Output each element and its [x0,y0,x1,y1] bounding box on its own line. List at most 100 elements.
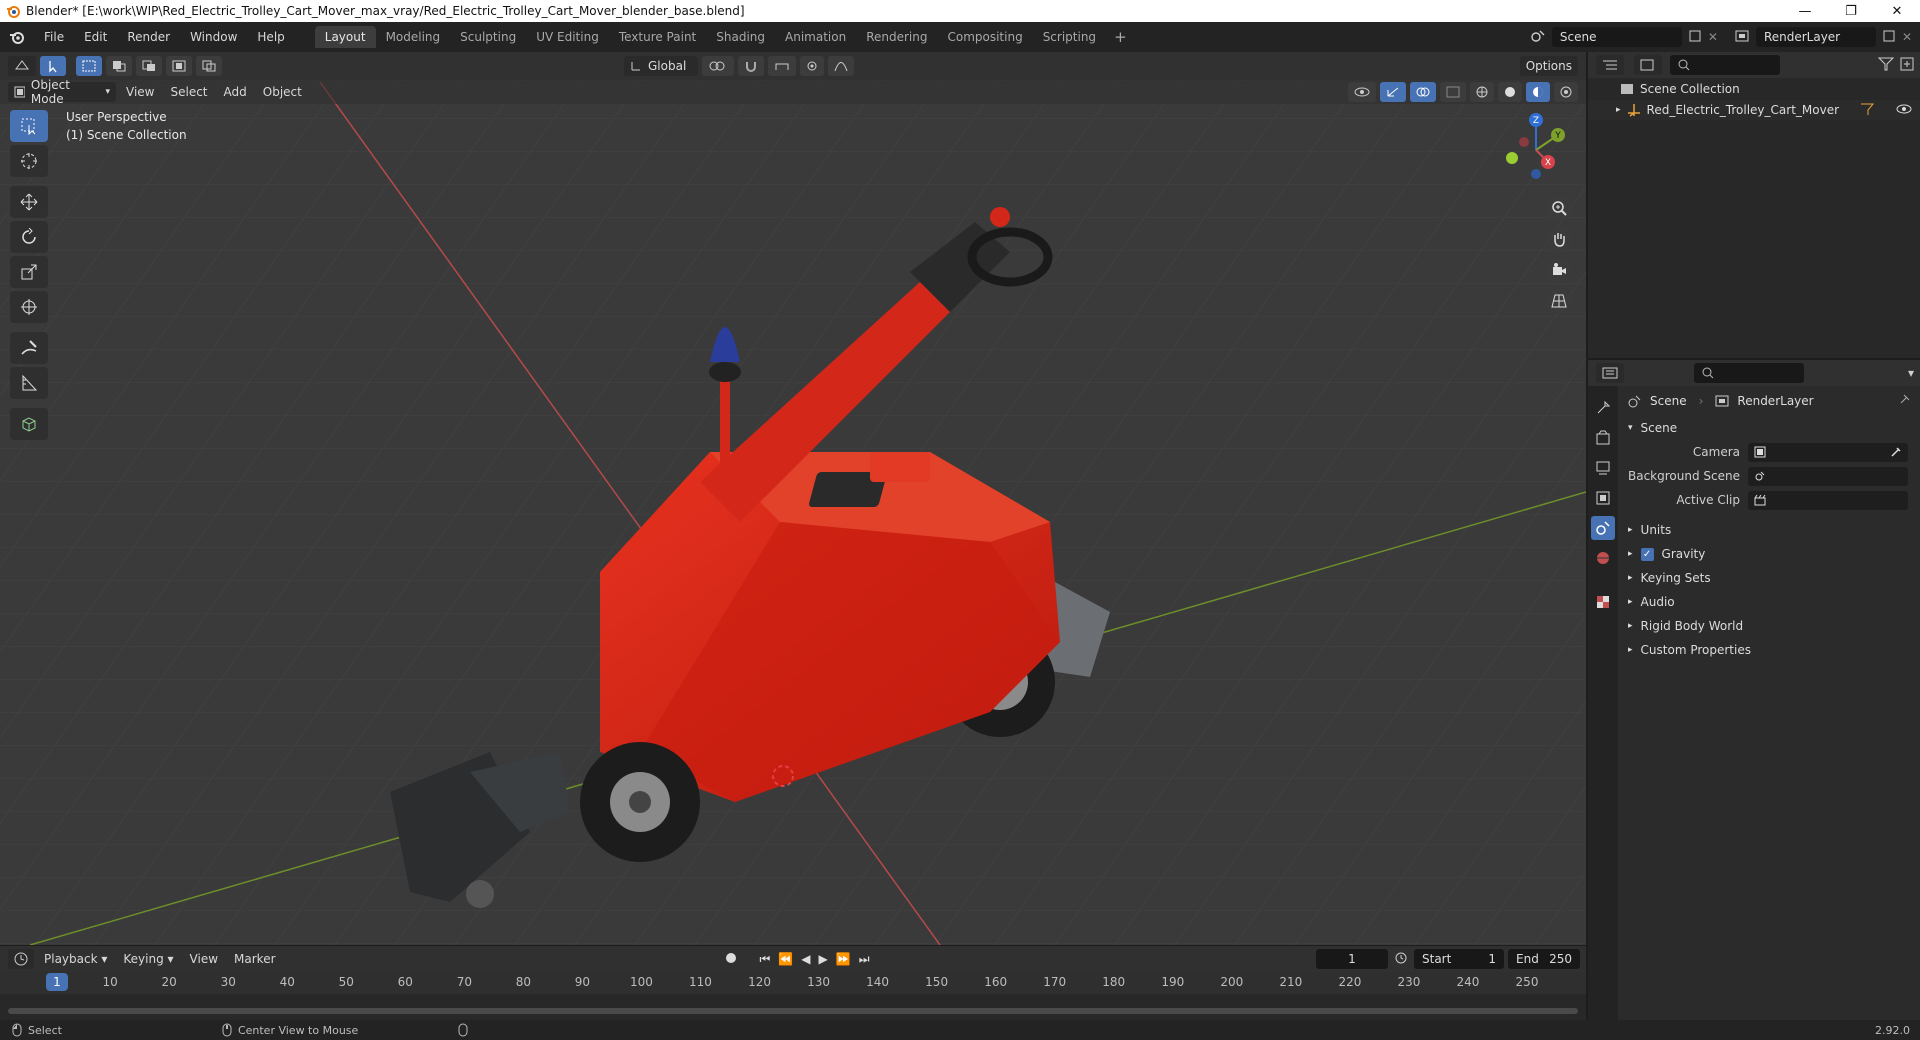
delete-scene-icon[interactable]: ✕ [1708,30,1718,44]
timeline-current-frame-marker[interactable]: 1 [46,973,68,991]
tab-uv-editing[interactable]: UV Editing [526,26,609,48]
rigid-body-world-panel-header[interactable]: ▸ Rigid Body World [1618,614,1920,638]
play-icon[interactable]: ▶ [819,952,828,967]
view-layer-selector[interactable]: RenderLayer [1755,27,1876,47]
timeline-ruler[interactable]: 1 10 20 30 40 50 60 70 80 90 100 110 120 130 140 150 160… [0,972,1586,994]
preview-range-icon[interactable] [1394,951,1408,968]
camera-field[interactable] [1748,442,1908,462]
measure-tool-icon[interactable] [10,367,48,399]
outliner-editor-type-icon[interactable] [1596,55,1624,75]
view-layer-icon[interactable] [1734,29,1750,46]
tool-properties-icon[interactable] [1591,396,1615,420]
zoom-icon[interactable] [1546,196,1572,220]
options-dropdown[interactable]: Options [1519,56,1578,76]
output-properties-icon[interactable] [1591,456,1615,480]
menu-window[interactable]: Window [180,30,247,44]
active-clip-field[interactable] [1748,490,1908,510]
add-workspace-button[interactable]: + [1106,26,1135,48]
pin-icon[interactable] [1898,394,1910,409]
menu-edit[interactable]: Edit [74,30,117,44]
menu-file[interactable]: File [34,30,74,44]
new-layer-icon[interactable] [1882,29,1896,46]
xray-toggle-icon[interactable] [1440,82,1466,102]
select-box-tool-icon[interactable] [10,110,48,142]
snap-target-icon[interactable] [768,56,796,76]
gizmo-toggle-icon[interactable] [1380,82,1406,102]
start-frame-field[interactable]: Start 1 [1414,949,1504,969]
gravity-checkbox[interactable]: ✓ [1640,547,1654,561]
visibility-eye-icon[interactable] [1896,103,1912,118]
pan-hand-icon[interactable] [1546,227,1572,251]
transform-orientation-dropdown[interactable]: Global [624,56,698,76]
rotate-tool-icon[interactable] [10,221,48,253]
proportional-edit-icon[interactable] [800,56,824,76]
rendered-shading-icon[interactable] [1554,82,1578,102]
perspective-toggle-icon[interactable] [1546,289,1572,313]
maximize-button[interactable]: ❐ [1828,4,1874,19]
timeline-editor-type-icon[interactable] [8,949,34,969]
select-intersect-icon[interactable] [196,56,222,76]
overlay-toggle-icon[interactable] [1410,82,1436,102]
timeline-scrollbar[interactable] [8,1008,1578,1014]
menu-render[interactable]: Render [117,30,180,44]
render-properties-icon[interactable] [1591,426,1615,450]
background-scene-field[interactable] [1748,466,1908,486]
display-mode-icon[interactable] [1634,55,1662,75]
menu-timeline-view[interactable]: View [182,952,226,966]
select-invert-icon[interactable] [166,56,192,76]
tab-animation[interactable]: Animation [775,26,856,48]
jump-start-icon[interactable]: ⏮ [760,952,771,967]
end-frame-field[interactable]: End 250 [1508,949,1580,969]
menu-marker[interactable]: Marker [226,952,283,966]
annotate-tool-icon[interactable] [10,332,48,364]
scene-icon[interactable] [1530,29,1546,46]
menu-object[interactable]: Object [255,85,310,99]
custom-properties-panel-header[interactable]: ▸ Custom Properties [1618,638,1920,662]
tab-compositing[interactable]: Compositing [937,26,1032,48]
auto-keying-icon[interactable] [724,951,738,968]
tab-rendering[interactable]: Rendering [856,26,937,48]
audio-panel-header[interactable]: ▸ Audio [1618,590,1920,614]
outliner-search-input[interactable] [1670,55,1780,75]
view-layer-properties-icon[interactable] [1591,486,1615,510]
scene-panel-header[interactable]: ▾ Scene [1618,416,1920,440]
menu-keying[interactable]: Keying ▾ [115,952,181,966]
world-properties-icon[interactable] [1591,546,1615,570]
select-subtract-icon[interactable] [136,56,162,76]
tab-layout[interactable]: Layout [314,26,376,48]
units-panel-header[interactable]: ▸ Units [1618,518,1920,542]
menu-help[interactable]: Help [247,30,294,44]
tab-texture-paint[interactable]: Texture Paint [609,26,706,48]
chevron-down-icon[interactable]: ▾ [1908,366,1914,380]
falloff-curve-icon[interactable] [828,56,854,76]
pivot-point-icon[interactable] [702,56,734,76]
material-shading-icon[interactable] [1526,82,1550,102]
jump-end-icon[interactable]: ⏭ [859,952,870,967]
filter-icon[interactable] [1877,57,1895,74]
new-collection-icon[interactable] [1900,57,1914,74]
mode-dropdown[interactable]: Object Mode ▾ [8,78,116,106]
move-tool-icon[interactable] [10,186,48,218]
outliner-item[interactable]: ▸ Red_Electric_Trolley_Cart_Mover [1588,100,1920,120]
prev-keyframe-icon[interactable]: ⏪ [778,952,793,967]
expand-arrow-icon[interactable]: ▸ [1616,105,1621,115]
current-frame-field[interactable]: 1 [1316,949,1388,969]
tab-shading[interactable]: Shading [706,26,775,48]
select-new-icon[interactable] [76,56,102,76]
tab-modeling[interactable]: Modeling [376,26,451,48]
3d-viewport[interactable]: Global Options Object Mode ▾ View Select… [0,52,1586,945]
tab-scripting[interactable]: Scripting [1033,26,1106,48]
wireframe-shading-icon[interactable] [1470,82,1494,102]
new-scene-icon[interactable] [1688,29,1702,46]
menu-playback[interactable]: Playback ▾ [36,952,115,966]
next-keyframe-icon[interactable]: ⏩ [836,952,851,967]
select-tool-mode-button[interactable] [40,56,66,76]
outliner-scene-collection[interactable]: Scene Collection [1588,78,1920,100]
add-cube-tool-icon[interactable] [10,408,48,440]
snap-magnet-icon[interactable] [738,56,764,76]
menu-view[interactable]: View [118,85,162,99]
solid-shading-icon[interactable] [1498,82,1522,102]
menu-add[interactable]: Add [216,85,255,99]
delete-layer-icon[interactable]: ✕ [1902,30,1912,44]
transform-tool-icon[interactable] [10,291,48,323]
